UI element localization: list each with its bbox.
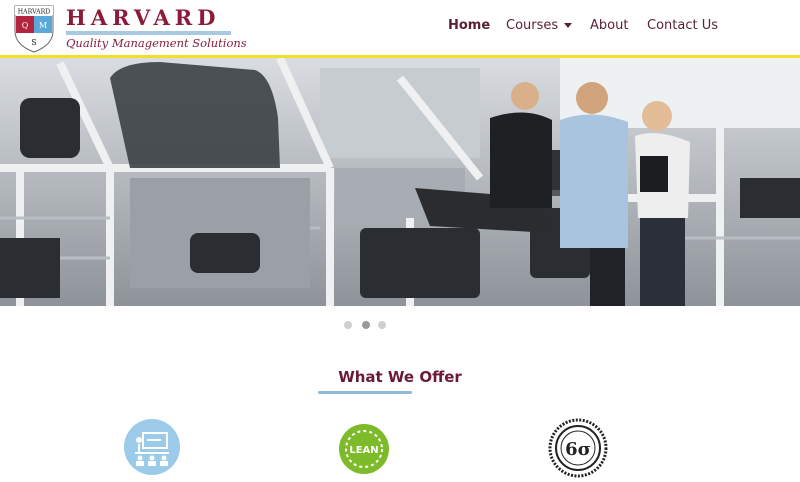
six-sigma-badge-icon: 6σ	[548, 418, 608, 478]
brand-tagline: Quality Management Solutions	[66, 36, 247, 50]
nav-contact[interactable]: Contact Us	[647, 18, 718, 33]
carousel-dot-3[interactable]	[378, 321, 386, 329]
nav-home-label: Home	[448, 18, 491, 33]
six-sigma-label: 6σ	[565, 439, 591, 460]
crest-letter-s: S	[31, 38, 36, 47]
crest-top-text: HARVARD	[18, 9, 50, 16]
hero-carousel[interactable]	[0, 58, 800, 306]
site-header: HARVARD Q M S HARVARD Quality Management…	[0, 0, 800, 58]
presentation-icon	[124, 419, 180, 475]
lean-label: LEAN	[349, 445, 378, 456]
nav-home[interactable]: Home	[448, 18, 490, 33]
nav-contact-label: Contact Us	[647, 18, 718, 33]
main-nav: Home Courses About Contact Us	[0, 18, 800, 38]
training-icon[interactable]	[123, 418, 181, 476]
offer-title: What We Offer	[338, 368, 462, 386]
lean-icon[interactable]: LEAN	[337, 422, 391, 476]
nav-courses[interactable]: Courses	[506, 18, 573, 33]
carousel-dots	[0, 321, 800, 331]
nav-about[interactable]: About	[590, 18, 628, 33]
nav-courses-label: Courses	[506, 18, 559, 33]
carousel-dot-2[interactable]	[362, 321, 370, 329]
nav-about-label: About	[590, 18, 629, 33]
six-sigma-icon[interactable]: 6σ	[548, 418, 608, 478]
lean-badge-icon: LEAN	[339, 424, 389, 474]
chevron-down-icon	[564, 23, 573, 28]
offer-title-underline	[318, 391, 412, 394]
carousel-dot-1[interactable]	[344, 321, 352, 329]
hero-image	[0, 58, 800, 306]
